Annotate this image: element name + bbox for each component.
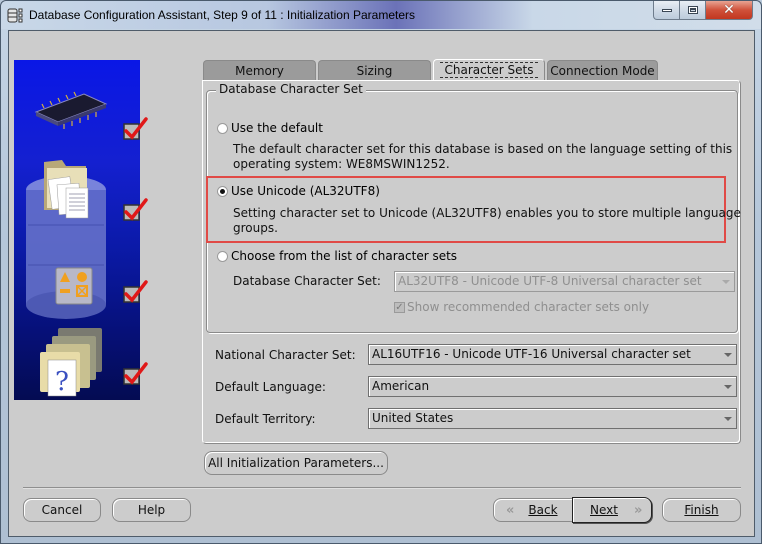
- default-language-label: Default Language:: [215, 380, 326, 394]
- tab-sizing[interactable]: Sizing: [318, 60, 431, 80]
- maximize-icon: [687, 6, 698, 14]
- close-button[interactable]: ✕: [706, 1, 753, 20]
- title-bar[interactable]: Database Configuration Assistant, Step 9…: [1, 1, 761, 29]
- tab-connection-mode[interactable]: Connection Mode: [547, 60, 658, 80]
- cancel-button[interactable]: Cancel: [23, 498, 101, 522]
- step-1-completed-check-icon: [123, 117, 148, 140]
- footer-separator: [23, 487, 741, 488]
- chevron-right-icon: »: [633, 502, 643, 518]
- help-document-icon: ?: [40, 328, 102, 397]
- shapes-icon: [55, 267, 93, 305]
- chevron-down-icon: [724, 353, 732, 357]
- database-character-set-select[interactable]: AL32UTF8 - Unicode UTF-8 Universal chara…: [394, 271, 735, 292]
- chevron-down-icon: [724, 385, 732, 389]
- back-button[interactable]: « Back: [493, 498, 573, 522]
- svg-text:?: ?: [55, 367, 69, 397]
- national-character-set-select[interactable]: AL16UTF16 - Unicode UTF-16 Universal cha…: [368, 344, 737, 365]
- maximize-button[interactable]: [680, 1, 706, 20]
- national-character-set-label: National Character Set:: [215, 348, 356, 362]
- tab-memory[interactable]: Memory: [203, 60, 316, 80]
- next-button[interactable]: Next »: [572, 497, 652, 523]
- radio-button[interactable]: [217, 250, 228, 262]
- chevron-down-icon: [724, 417, 732, 421]
- database-icon: [7, 8, 23, 23]
- dbca-window: Database Configuration Assistant, Step 9…: [0, 0, 762, 544]
- minimize-icon: [661, 8, 672, 12]
- step-illustration: ?: [26, 91, 108, 397]
- radio-use-unicode[interactable]: Use Unicode (AL32UTF8): [217, 184, 380, 198]
- all-initialization-parameters-button[interactable]: All Initialization Parameters...: [204, 451, 388, 475]
- step-illustration-panel: ?: [14, 60, 140, 400]
- window-title: Database Configuration Assistant, Step 9…: [29, 8, 415, 22]
- close-icon: ✕: [723, 2, 735, 18]
- group-title: Database Character Set: [216, 82, 366, 96]
- chevron-down-icon: [722, 280, 730, 284]
- step-3-completed-check-icon: [123, 280, 148, 303]
- chevron-left-icon: «: [506, 502, 515, 518]
- database-character-set-label: Database Character Set:: [233, 274, 381, 288]
- tab-character-sets[interactable]: Character Sets: [433, 59, 545, 80]
- finish-button[interactable]: Finish: [662, 498, 741, 522]
- show-recommended-checkbox[interactable]: ✓ Show recommended character sets only: [394, 300, 649, 314]
- default-territory-label: Default Territory:: [215, 412, 316, 426]
- help-button[interactable]: Help: [112, 498, 191, 522]
- memory-chip-icon: [34, 91, 108, 129]
- radio-use-default[interactable]: Use the default: [217, 121, 323, 135]
- default-territory-select[interactable]: United States: [368, 408, 737, 429]
- radio-choose-from-list[interactable]: Choose from the list of character sets: [217, 249, 457, 263]
- radio-button[interactable]: [217, 122, 228, 134]
- use-default-description: The default character set for this datab…: [233, 142, 733, 171]
- step-4-completed-check-icon: [123, 362, 148, 385]
- radio-button-selected[interactable]: [217, 185, 228, 197]
- use-unicode-description: Setting character set to Unicode (AL32UT…: [233, 206, 741, 235]
- database-files-icon: [44, 160, 89, 219]
- checkbox-checked-icon[interactable]: ✓: [394, 301, 405, 313]
- window-controls: ✕: [653, 1, 753, 21]
- step-2-completed-check-icon: [123, 198, 148, 221]
- default-language-select[interactable]: American: [368, 376, 737, 397]
- minimize-button[interactable]: [653, 1, 680, 20]
